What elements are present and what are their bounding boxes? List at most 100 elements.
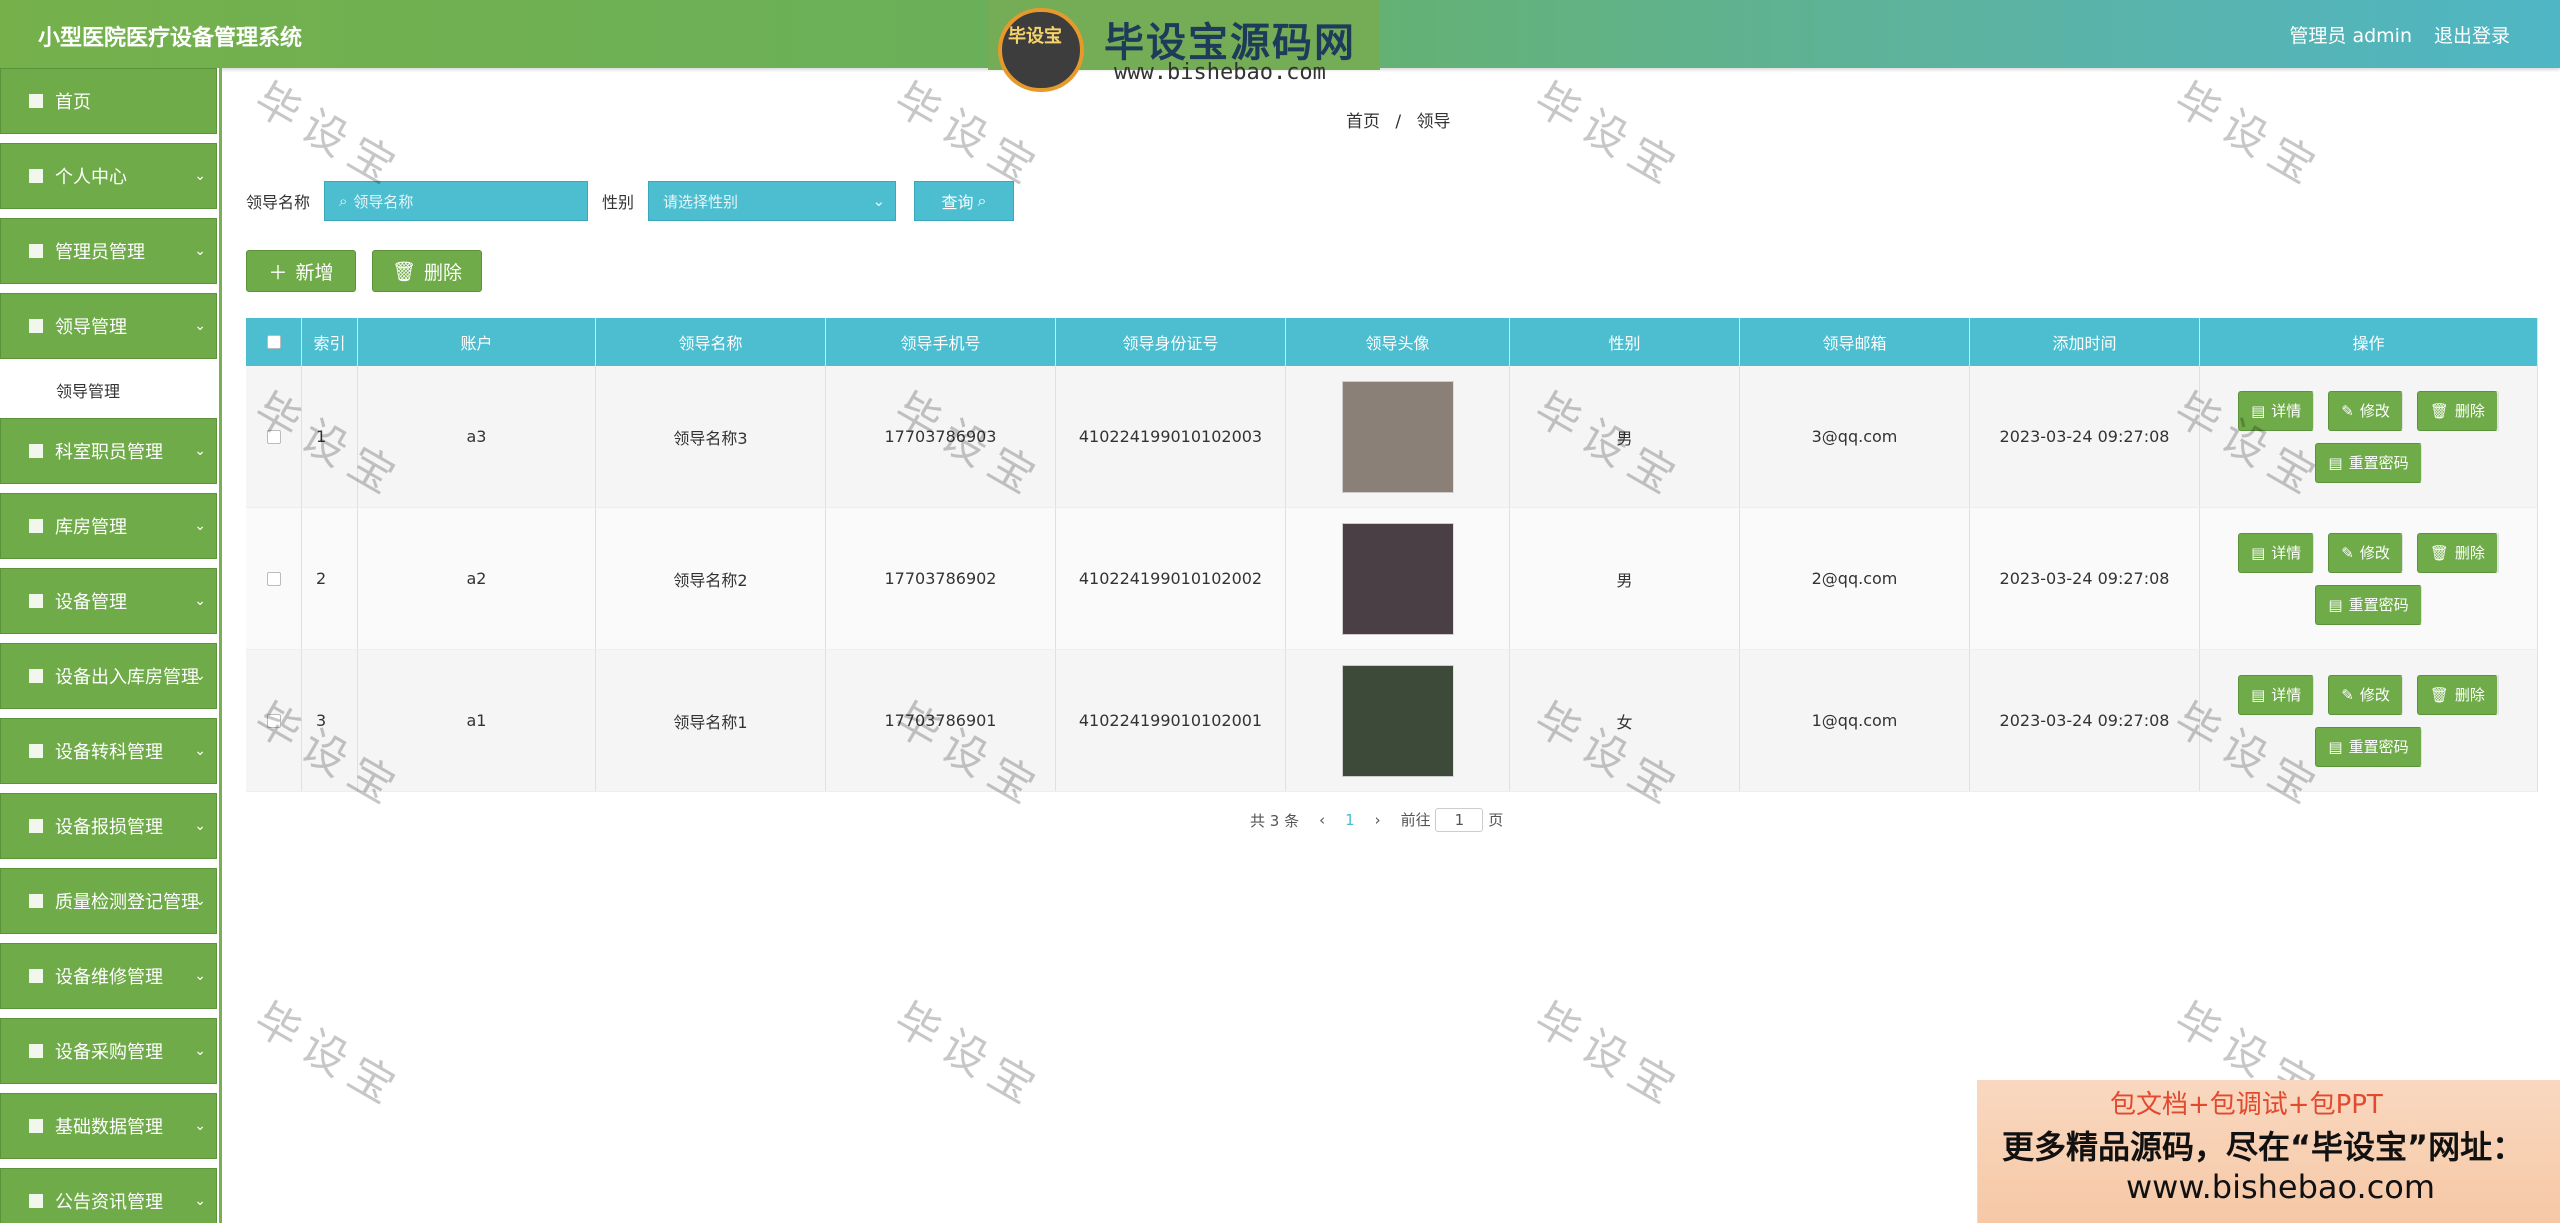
sidebar-item[interactable]: 首页 — [0, 68, 217, 134]
logo-url: www.bishebao.com — [1114, 60, 1326, 85]
column-header: 领导名称 — [596, 318, 826, 366]
row-checkbox[interactable] — [246, 650, 302, 791]
reset-password-button[interactable]: ▤ 重置密码 — [2315, 726, 2422, 767]
column-header: 领导手机号 — [826, 318, 1056, 366]
sidebar-item[interactable]: 设备管理 ⌄ — [0, 568, 217, 634]
row-checkbox[interactable] — [246, 508, 302, 649]
user-icon — [29, 169, 43, 183]
sidebar-item-label: 基础数据管理 — [55, 1117, 163, 1138]
chevron-down-icon: ⌄ — [194, 318, 206, 334]
ad-banner: 包文档+包调试+包PPT 更多精品源码，尽在“毕设宝”网址： www.bishe… — [1977, 1080, 2560, 1223]
select-all-checkbox[interactable] — [246, 318, 302, 366]
column-header: 领导身份证号 — [1056, 318, 1286, 366]
sidebar-item[interactable]: 库房管理 ⌄ — [0, 493, 217, 559]
sidebar-item[interactable]: 质量检测登记管理 ⌄ — [0, 868, 217, 934]
cell-phone: 17703786901 — [826, 650, 1056, 791]
name-label: 领导名称 — [246, 193, 311, 212]
cell-index: 2 — [302, 508, 358, 649]
chat-icon — [29, 894, 43, 908]
row-delete-button[interactable]: 🗑 删除 — [2416, 390, 2498, 431]
chevron-down-icon: ⌄ — [194, 1118, 206, 1134]
edit-button[interactable]: ✎ 修改 — [2328, 674, 2403, 715]
column-header: 账户 — [358, 318, 596, 366]
grid-icon — [29, 819, 43, 833]
sidebar-item-label: 设备管理 — [55, 592, 127, 613]
sidebar-item[interactable]: 设备维修管理 ⌄ — [0, 943, 217, 1009]
sidebar-item-label: 设备维修管理 — [55, 967, 163, 988]
sidebar-item[interactable]: 科室职员管理 ⌄ — [0, 418, 217, 484]
sidebar-item[interactable]: 管理员管理 ⌄ — [0, 218, 217, 284]
cell-email: 1@qq.com — [1740, 650, 1970, 791]
chevron-down-icon: ⌄ — [194, 443, 206, 459]
ad-line1: 包文档+包调试+包PPT — [2110, 1090, 2383, 1120]
sidebar-item[interactable]: 设备采购管理 ⌄ — [0, 1018, 217, 1084]
cell-account: a2 — [358, 508, 596, 649]
sidebar-item-label: 设备报损管理 — [55, 817, 163, 838]
cell-email: 2@qq.com — [1740, 508, 1970, 649]
sidebar-item[interactable]: 领导管理 ⌄ — [0, 293, 217, 359]
breadcrumb-home[interactable]: 首页 — [1346, 112, 1380, 132]
submenu-item[interactable]: 领导管理 — [0, 368, 217, 412]
query-button[interactable]: 查询 ⌕ — [914, 181, 1015, 221]
logout-link[interactable]: 退出登录 — [2434, 21, 2510, 48]
reset-password-button[interactable]: ▤ 重置密码 — [2315, 584, 2422, 625]
sidebar-item[interactable]: 公告资讯管理 ⌄ — [0, 1168, 217, 1223]
gender-select[interactable]: 请选择性别 ⌄ — [648, 181, 897, 221]
sidebar-item[interactable]: 基础数据管理 ⌄ — [0, 1093, 217, 1159]
chevron-down-icon: ⌄ — [194, 968, 206, 984]
cell-account: a1 — [358, 650, 596, 791]
trash-icon: 🗑 — [2429, 543, 2449, 562]
prev-page-button[interactable]: ‹ — [1319, 811, 1325, 829]
avatar-cell — [1286, 650, 1510, 791]
delete-button[interactable]: 🗑 删除 — [372, 250, 482, 292]
ops-cell: ▤ 详情 ✎ 修改 🗑 删除 ▤ 重置密码 — [2200, 366, 2538, 507]
sidebar-item[interactable]: 设备出入库房管理 ⌄ — [0, 643, 217, 709]
sidebar-item-label: 设备转科管理 — [55, 742, 163, 763]
add-button[interactable]: ＋新增 — [246, 250, 356, 292]
box-icon — [29, 969, 43, 983]
column-header: 操作 — [2200, 318, 2538, 366]
pagination: 共 3 条 ‹ 1 › 前往 1 页 — [1250, 808, 1503, 832]
edit-button[interactable]: ✎ 修改 — [2328, 390, 2403, 431]
detail-button[interactable]: ▤ 详情 — [2238, 532, 2315, 573]
cell-gender: 男 — [1510, 366, 1740, 507]
table-row: 1 a3 领导名称3 17703786903 410224199010102003 男 3@… — [246, 366, 2538, 508]
table-header: 索引 账户 领导名称 领导手机号 领导身份证号 领导头像 性别 领导邮箱 添加时间 操作 — [246, 318, 2538, 366]
edit-button[interactable]: ✎ 修改 — [2328, 532, 2403, 573]
sidebar-item[interactable]: 个人中心 ⌄ — [0, 143, 217, 209]
home-icon — [29, 94, 43, 108]
sidebar-item-label: 个人中心 — [55, 167, 127, 188]
page-number[interactable]: 1 — [1345, 811, 1355, 829]
column-header: 领导头像 — [1286, 318, 1510, 366]
sidebar-item-label: 设备采购管理 — [55, 1042, 163, 1063]
doc-icon: ▤ — [2328, 595, 2343, 614]
row-checkbox[interactable] — [246, 366, 302, 507]
cell-phone: 17703786903 — [826, 366, 1056, 507]
detail-button[interactable]: ▤ 详情 — [2238, 390, 2315, 431]
chevron-down-icon: ⌄ — [194, 893, 206, 909]
row-delete-button[interactable]: 🗑 删除 — [2416, 674, 2498, 715]
watermark-text: 毕设宝 — [885, 993, 1052, 1119]
doc-icon: ▤ — [2328, 737, 2343, 756]
doc-icon: ▤ — [2251, 543, 2266, 562]
sidebar-item[interactable]: 设备转科管理 ⌄ — [0, 718, 217, 784]
row-delete-button[interactable]: 🗑 删除 — [2416, 532, 2498, 573]
next-page-button[interactable]: › — [1375, 811, 1381, 829]
user-info: 管理员 admin — [2289, 25, 2412, 47]
data-table: 索引 账户 领导名称 领导手机号 领导身份证号 领导头像 性别 领导邮箱 添加时间 操作 1 a3 领… — [246, 318, 2538, 792]
name-input[interactable]: ⌕ 领导名称 — [324, 181, 589, 221]
detail-button[interactable]: ▤ 详情 — [2238, 674, 2315, 715]
app-title: 小型医院医疗设备管理系统 — [38, 26, 303, 51]
doc-icon: ▤ — [2328, 453, 2343, 472]
chevron-down-icon: ⌄ — [194, 243, 206, 259]
sidebar-item[interactable]: 设备报损管理 ⌄ — [0, 793, 217, 859]
chevron-down-icon: ⌄ — [194, 518, 206, 534]
reset-password-button[interactable]: ▤ 重置密码 — [2315, 442, 2422, 483]
avatar-cell — [1286, 508, 1510, 649]
sidebar-item-label: 首页 — [55, 92, 91, 113]
watermark-text: 毕设宝 — [245, 993, 412, 1119]
cell-time: 2023-03-24 09:27:08 — [1970, 366, 2200, 507]
page-jump-input[interactable]: 1 — [1435, 808, 1484, 832]
cell-idcard: 410224199010102003 — [1056, 366, 1286, 507]
watermark-text: 毕设宝 — [1525, 993, 1692, 1119]
